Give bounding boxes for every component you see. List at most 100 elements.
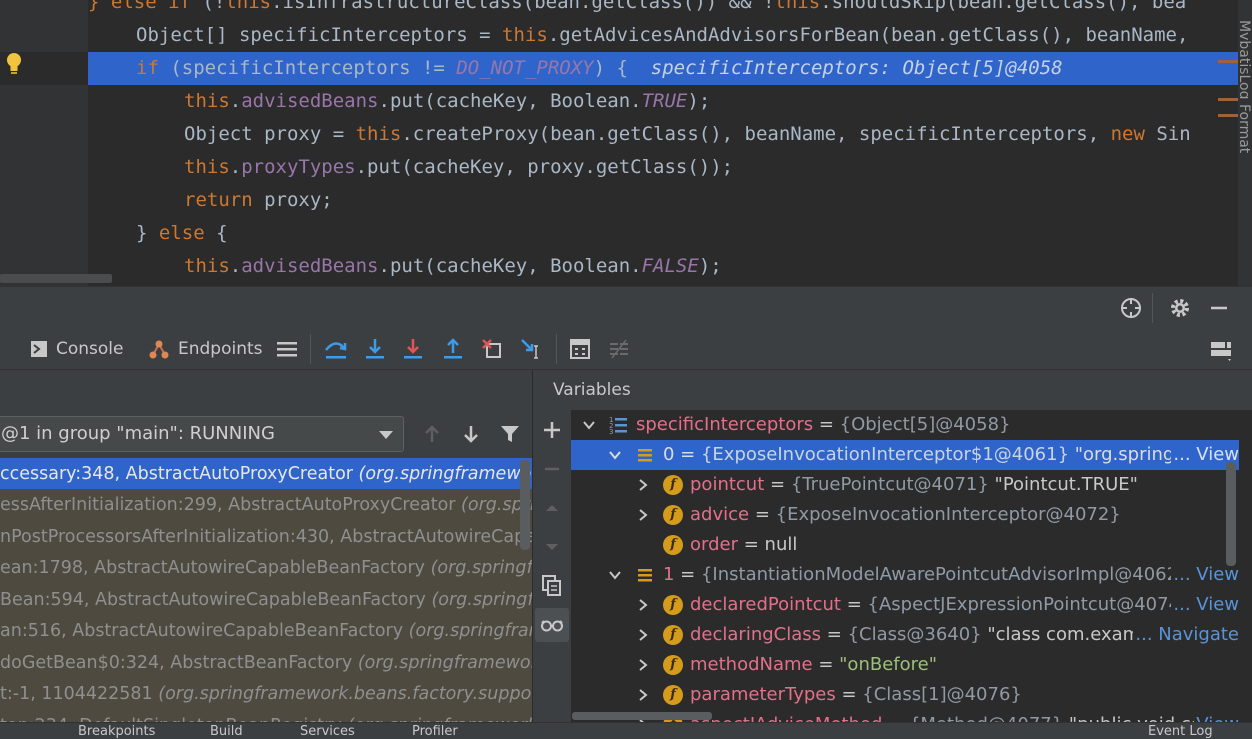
code-line-4[interactable]: Object proxy = this.createProxy(bean.get… [0, 118, 1240, 151]
frame-row[interactable]: Bean:594, AbstractAutowireCapableBeanFac… [0, 584, 532, 616]
minus-icon[interactable] [539, 456, 565, 482]
tool-tab-breakpoints[interactable]: Breakpoints [78, 724, 155, 739]
final-field-icon: f [663, 625, 683, 645]
debug-toolbar: Console Endpoints [0, 328, 1252, 370]
triangle-down-icon[interactable] [539, 534, 565, 560]
scroll-marker [1218, 98, 1238, 101]
minimize-icon[interactable] [1206, 295, 1232, 321]
filter-icon[interactable] [498, 422, 522, 446]
code-editor[interactable]: } else if (!this.isInfrastructureClass(b… [0, 0, 1252, 286]
variable-row[interactable]: f declaringClass = {Class@3640} "class c… [571, 620, 1239, 650]
force-step-into-icon[interactable] [400, 336, 426, 362]
side-tab-mybatis-log[interactable]: MybatisLog Format [1240, 20, 1252, 260]
tool-tab-build[interactable]: Build [210, 724, 243, 739]
glasses-icon [541, 620, 563, 632]
variables-horizontal-scrollbar[interactable] [572, 712, 712, 720]
variable-row[interactable]: 1 2 3 specificInterceptors = {Object[5]@… [571, 410, 1239, 440]
triangle-up-icon[interactable] [539, 495, 565, 521]
endpoints-icon [149, 340, 169, 359]
frames-pane: @1 in group "main": RUNNING ccessary:348… [0, 370, 532, 739]
frame-row[interactable]: doGetBean$0:324, AbstractBeanFactory (or… [0, 647, 532, 679]
variable-row[interactable]: 0 = {ExposeInvocationInterceptor$1@4061}… [571, 440, 1239, 470]
inline-debug-value: specificInterceptors: Object[5]@4058 [650, 57, 1063, 79]
chevron-down-icon[interactable] [609, 569, 621, 581]
frame-row[interactable]: ccessary:348, AbstractAutoProxyCreator (… [0, 458, 532, 490]
step-over-icon[interactable] [323, 336, 349, 362]
chevron-down-icon[interactable] [583, 419, 595, 431]
crosshair-icon[interactable] [1118, 295, 1144, 321]
variables-scrollbar[interactable] [1226, 462, 1236, 566]
svg-text:3: 3 [609, 428, 613, 435]
debug-panel-header [0, 286, 1252, 328]
frames-scrollbar[interactable] [520, 460, 530, 550]
tool-tab-profiler[interactable]: Profiler [412, 724, 458, 739]
evaluate-expression-icon[interactable] [567, 336, 593, 362]
step-out-icon[interactable] [440, 336, 466, 362]
code-line-6[interactable]: return proxy; [0, 184, 1240, 217]
chevron-down-icon[interactable] [609, 449, 621, 461]
chevron-right-icon[interactable] [637, 659, 649, 671]
final-field-icon: f [663, 685, 683, 705]
arrow-up-icon[interactable] [420, 422, 444, 446]
chevron-right-icon[interactable] [637, 479, 649, 491]
scroll-marker [1218, 114, 1238, 117]
variables-title: Variables [553, 380, 631, 400]
tab-console[interactable]: Console [30, 336, 124, 362]
variables-header: Variables [533, 370, 1252, 410]
gear-icon[interactable] [1167, 295, 1193, 321]
final-field-icon: f [663, 655, 683, 675]
variable-row[interactable]: f order = null [571, 530, 1239, 560]
code-line-5[interactable]: this.proxyTypes.put(cacheKey, proxy.getC… [0, 151, 1240, 184]
copy-icon[interactable] [539, 572, 565, 598]
arrow-down-icon[interactable] [459, 422, 483, 446]
frame-row[interactable]: ean:1798, AbstractAutowireCapableBeanFac… [0, 552, 532, 584]
field-icon: f [663, 505, 683, 525]
drop-frame-icon[interactable] [479, 336, 505, 362]
element-icon [638, 569, 652, 582]
plus-icon[interactable] [539, 417, 565, 443]
trace-stream-icon[interactable] [606, 336, 632, 362]
layout-options-icon[interactable] [1208, 336, 1234, 362]
tool-tab-services[interactable]: Services [300, 724, 355, 739]
console-icon [31, 341, 47, 357]
frame-row[interactable]: t:-1, 1104422581 (org.springframework.be… [0, 678, 532, 710]
variable-row[interactable]: f pointcut = {TruePointcut@4071} "Pointc… [571, 470, 1239, 500]
thread-selector[interactable]: @1 in group "main": RUNNING [0, 416, 404, 452]
frame-row[interactable]: essAfterInitialization:299, AbstractAuto… [0, 489, 532, 521]
step-into-icon[interactable] [362, 336, 388, 362]
variable-row[interactable]: f parameterTypes = {Class[1]@4076} [571, 680, 1239, 710]
code-line-1[interactable]: Object[] specificInterceptors = this.get… [0, 19, 1240, 52]
watches-toggle[interactable] [535, 608, 569, 642]
variables-tree: 1 2 3 specificInterceptors = {Object[5]@… [571, 410, 1252, 739]
navigate-link[interactable]: ... Navigate [1133, 620, 1239, 650]
chevron-right-icon[interactable] [637, 509, 649, 521]
field-icon: f [663, 475, 683, 495]
view-link[interactable]: ... View [1171, 590, 1239, 620]
tool-tab-event-log[interactable]: Event Log [1148, 724, 1213, 739]
field-icon: f [663, 535, 683, 555]
tab-endpoints[interactable]: Endpoints [148, 336, 263, 362]
variables-side-toolbar [533, 410, 571, 739]
chevron-right-icon[interactable] [637, 689, 649, 701]
frame-row[interactable]: an:516, AbstractAutowireCapableBeanFacto… [0, 615, 532, 647]
tab-endpoints-label: Endpoints [178, 339, 263, 359]
code-line-current[interactable]: if (specificInterceptors != DO_NOT_PROXY… [0, 52, 1240, 85]
code-line-3[interactable]: this.advisedBeans.put(cacheKey, Boolean.… [0, 85, 1240, 118]
menu-icon[interactable] [274, 336, 300, 362]
code-line-0[interactable]: } else if (!this.isInfrastructureClass(b… [0, 0, 1240, 19]
editor-horizontal-scrollbar[interactable] [0, 274, 112, 283]
variable-row[interactable]: 1 = {InstantiationModelAwarePointcutAdvi… [571, 560, 1239, 590]
lightbulb-icon[interactable] [6, 52, 22, 76]
code-line-8[interactable]: this.advisedBeans.put(cacheKey, Boolean.… [0, 250, 1240, 283]
chevron-right-icon[interactable] [637, 599, 649, 611]
element-icon [638, 449, 652, 462]
chevron-down-icon [379, 431, 393, 439]
code-line-7[interactable]: } else { [0, 217, 1240, 250]
chevron-right-icon[interactable] [637, 629, 649, 641]
run-to-cursor-icon[interactable] [518, 336, 544, 362]
frame-row[interactable]: nPostProcessorsAfterInitialization:430, … [0, 521, 532, 553]
variable-row[interactable]: f declaredPointcut = {AspectJExpressionP… [571, 590, 1239, 620]
variable-row[interactable]: f advice = {ExposeInvocationInterceptor@… [571, 500, 1239, 530]
variable-row[interactable]: f methodName = "onBefore" [571, 650, 1239, 680]
final-field-icon: f [663, 595, 683, 615]
